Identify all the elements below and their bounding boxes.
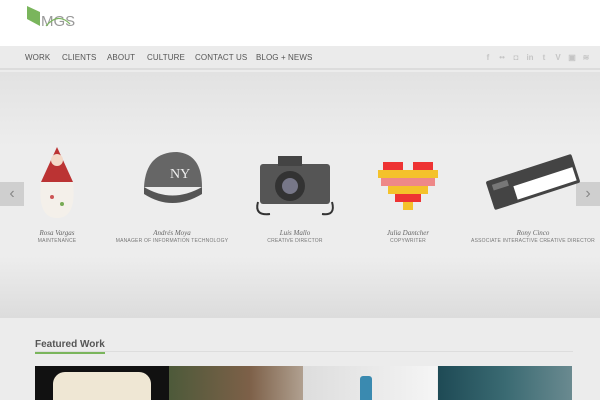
nav-about[interactable]: ABOUT <box>107 53 135 62</box>
member-role: MAINTENANCE <box>37 238 77 244</box>
camera-image <box>256 156 334 216</box>
nav-contact-us[interactable]: CONTACT US <box>195 53 247 62</box>
member-name: Andrés Moya <box>153 229 191 237</box>
nav-work[interactable]: WORK <box>25 53 50 62</box>
nav-culture[interactable]: CULTURE <box>147 53 185 62</box>
member-role: COPYWRITER <box>390 238 426 244</box>
featured-work-tile[interactable] <box>169 366 303 400</box>
svg-text:MGS: MGS <box>41 13 75 30</box>
flickr-icon[interactable]: •• <box>498 53 506 62</box>
red-riding-hood-figurine-image <box>40 147 74 218</box>
linkedin-icon[interactable]: in <box>526 53 534 62</box>
twitter-icon[interactable]: t <box>540 53 548 62</box>
facebook-icon[interactable]: f <box>484 53 492 62</box>
member-role: MANAGER OF INFORMATION TECHNOLOGY <box>115 238 229 244</box>
team-member[interactable]: Luis Mallo CREATIVE DIRECTOR <box>230 142 360 244</box>
vimeo-icon[interactable]: V <box>554 53 562 62</box>
team-slider: ‹ › Rosa Vargas MAINTENANCE NY Andrés Mo… <box>0 72 600 318</box>
youtube-icon[interactable]: ▣ <box>568 53 576 62</box>
member-role: ASSOCIATE INTERACTIVE CREATIVE DIRECTOR <box>471 238 595 244</box>
team-member[interactable]: Rosa Vargas MAINTENANCE <box>0 142 122 244</box>
team-member[interactable]: Rony Cinco ASSOCIATE INTERACTIVE CREATIV… <box>468 142 598 244</box>
team-member[interactable]: NY Andrés Moya MANAGER OF INFORMATION TE… <box>107 142 237 244</box>
yankees-cap-image: NY <box>144 152 202 203</box>
svg-text:NY: NY <box>170 167 190 182</box>
member-role: CREATIVE DIRECTOR <box>267 238 323 244</box>
rss-icon[interactable]: ≋ <box>582 53 590 62</box>
nav-clients[interactable]: CLIENTS <box>62 53 97 62</box>
nav-blog-news[interactable]: BLOG + NEWS <box>256 53 312 62</box>
member-name: Rosa Vargas <box>39 229 75 237</box>
member-name: Rony Cinco <box>516 229 550 237</box>
can-image <box>360 376 372 400</box>
team-member[interactable]: Julia Dantcher COPYWRITER <box>343 142 473 244</box>
main-nav: WORK CLIENTS ABOUT CULTURE CONTACT US BL… <box>0 46 600 70</box>
member-name: Julia Dantcher <box>386 229 430 237</box>
social-links: f •• ◘ in t V ▣ ≋ <box>484 53 590 62</box>
wine-label-image <box>53 372 151 400</box>
featured-work-tile[interactable] <box>35 366 169 400</box>
instagram-icon[interactable]: ◘ <box>512 53 520 62</box>
mgs-logo[interactable]: MGS <box>26 6 82 30</box>
divider <box>35 351 573 352</box>
lego-heart-image <box>378 162 438 210</box>
synthesizer-keyboard-image <box>486 154 580 210</box>
header: MGS <box>0 0 600 46</box>
member-name: Luis Mallo <box>279 229 311 237</box>
featured-work-tile[interactable] <box>438 366 572 400</box>
featured-work-tile[interactable] <box>303 366 437 400</box>
